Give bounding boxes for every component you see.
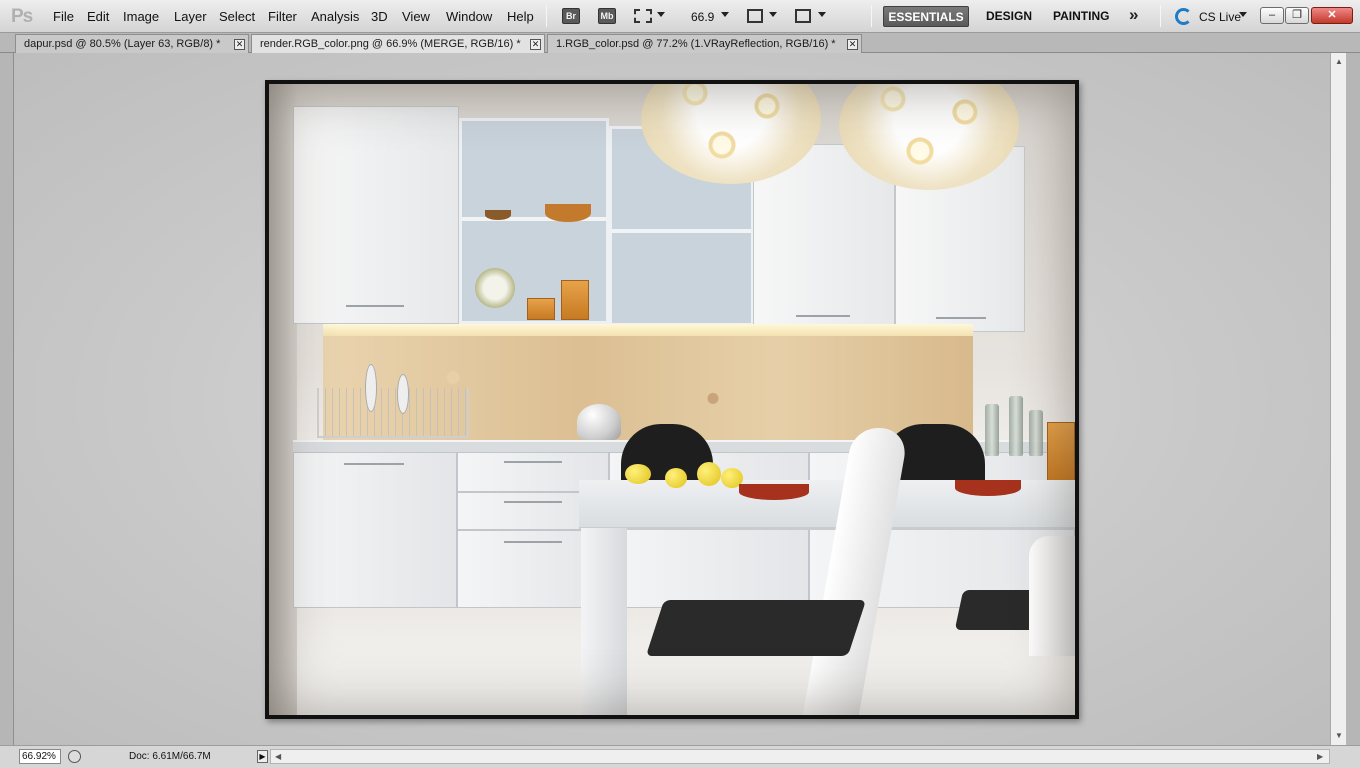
document-size-info: Doc: 6.61M/66.7M — [129, 751, 211, 762]
tab-rgb-color-psd[interactable]: 1.RGB_color.psd @ 77.2% (1.VRayReflectio… — [547, 34, 862, 53]
menu-help[interactable]: Help — [507, 9, 534, 24]
photoshop-logo: Ps — [11, 6, 33, 27]
screen-mode-chevron-down-icon[interactable] — [818, 12, 826, 17]
tab-dapur[interactable]: dapur.psd @ 80.5% (Layer 63, RGB/8) * ✕ — [15, 34, 249, 53]
close-icon[interactable]: ✕ — [234, 39, 245, 50]
menu-3d-label: 3D — [371, 9, 388, 24]
document-image[interactable] — [265, 80, 1079, 719]
zoom-level-field[interactable]: 66.9 — [691, 10, 714, 24]
close-icon[interactable]: ✕ — [530, 39, 541, 50]
menu-analysis-label: Analysis — [311, 9, 360, 24]
menu-image[interactable]: Image — [123, 9, 159, 24]
menu-edit[interactable]: Edit — [87, 9, 109, 24]
film-strip-icon[interactable] — [634, 9, 652, 23]
document-tab-bar: dapur.psd @ 80.5% (Layer 63, RGB/8) * ✕ … — [0, 33, 1360, 53]
cs-live-chevron-down-icon[interactable] — [1239, 12, 1247, 17]
close-window-button[interactable]: ✕ — [1311, 7, 1353, 24]
menu-help-label: Help — [507, 9, 534, 24]
tab-label: render.RGB_color.png @ 66.9% (MERGE, RGB… — [260, 38, 521, 50]
workspace-essentials-button[interactable]: ESSENTIALS — [883, 6, 969, 27]
menu-select-label: Select — [219, 9, 256, 24]
screen-mode-icon[interactable] — [795, 9, 811, 23]
menu-filter-label: Filter — [268, 9, 297, 24]
menu-select[interactable]: Select — [219, 9, 255, 24]
workspace-design-button[interactable]: DESIGN — [986, 6, 1032, 27]
arrange-documents-icon[interactable] — [747, 9, 763, 23]
menu-file-label: File — [53, 9, 74, 24]
status-bar: 66.92% Doc: 6.61M/66.7M ▶ ◀ ▶ — [0, 745, 1360, 768]
scroll-left-icon[interactable]: ◀ — [275, 752, 281, 761]
workspace-painting-button[interactable]: PAINTING — [1053, 6, 1109, 27]
cs-live-icon[interactable] — [1175, 8, 1192, 25]
left-panel-edge — [0, 53, 14, 745]
kitchen-render — [269, 84, 1075, 715]
document-profile-icon[interactable] — [68, 750, 81, 763]
scroll-down-icon[interactable]: ▼ — [1335, 731, 1343, 740]
zoom-percentage-field[interactable]: 66.92% — [19, 749, 61, 764]
separator — [546, 5, 547, 27]
menu-file[interactable]: File — [53, 9, 74, 24]
separator — [1160, 5, 1161, 27]
separator — [871, 5, 872, 27]
menu-window-label: Window — [446, 9, 493, 24]
minimize-button[interactable]: – — [1260, 7, 1284, 24]
menu-view-label: View — [402, 9, 430, 24]
tab-label: dapur.psd @ 80.5% (Layer 63, RGB/8) * — [24, 38, 221, 50]
tab-render-rgb-color[interactable]: render.RGB_color.png @ 66.9% (MERGE, RGB… — [251, 34, 545, 53]
menu-filter[interactable]: Filter — [268, 9, 297, 24]
menu-3d[interactable]: 3D — [371, 9, 388, 24]
menu-layer[interactable]: Layer — [174, 9, 207, 24]
restore-button[interactable]: ❐ — [1285, 7, 1309, 24]
menu-window[interactable]: Window — [446, 9, 492, 24]
menu-bar: Ps File Edit Image Layer Select Filter A… — [0, 0, 1360, 33]
more-workspaces-icon[interactable]: » — [1129, 5, 1139, 25]
mini-bridge-icon[interactable]: Mb — [598, 8, 616, 24]
vignette — [269, 84, 1075, 715]
tab-label: 1.RGB_color.psd @ 77.2% (1.VRayReflectio… — [556, 38, 836, 50]
menu-layer-label: Layer — [174, 9, 207, 24]
right-panel-edge — [1346, 53, 1360, 745]
scroll-right-icon[interactable]: ▶ — [1317, 752, 1323, 761]
scroll-up-icon[interactable]: ▲ — [1335, 57, 1343, 66]
horizontal-scrollbar[interactable]: ◀ ▶ — [270, 749, 1330, 764]
cs-live-button[interactable]: CS Live — [1199, 10, 1241, 24]
zoom-chevron-down-icon[interactable] — [721, 12, 729, 17]
close-icon[interactable]: ✕ — [847, 39, 858, 50]
status-menu-arrow-icon[interactable]: ▶ — [257, 750, 268, 763]
menu-edit-label: Edit — [87, 9, 110, 24]
bridge-icon[interactable]: Br — [562, 8, 580, 24]
vertical-scrollbar[interactable]: ▲ ▼ — [1330, 53, 1346, 745]
menu-view[interactable]: View — [402, 9, 430, 24]
arrange-chevron-down-icon[interactable] — [769, 12, 777, 17]
menu-image-label: Image — [123, 9, 160, 24]
menu-analysis[interactable]: Analysis — [311, 9, 359, 24]
chevron-down-icon[interactable] — [657, 12, 665, 17]
